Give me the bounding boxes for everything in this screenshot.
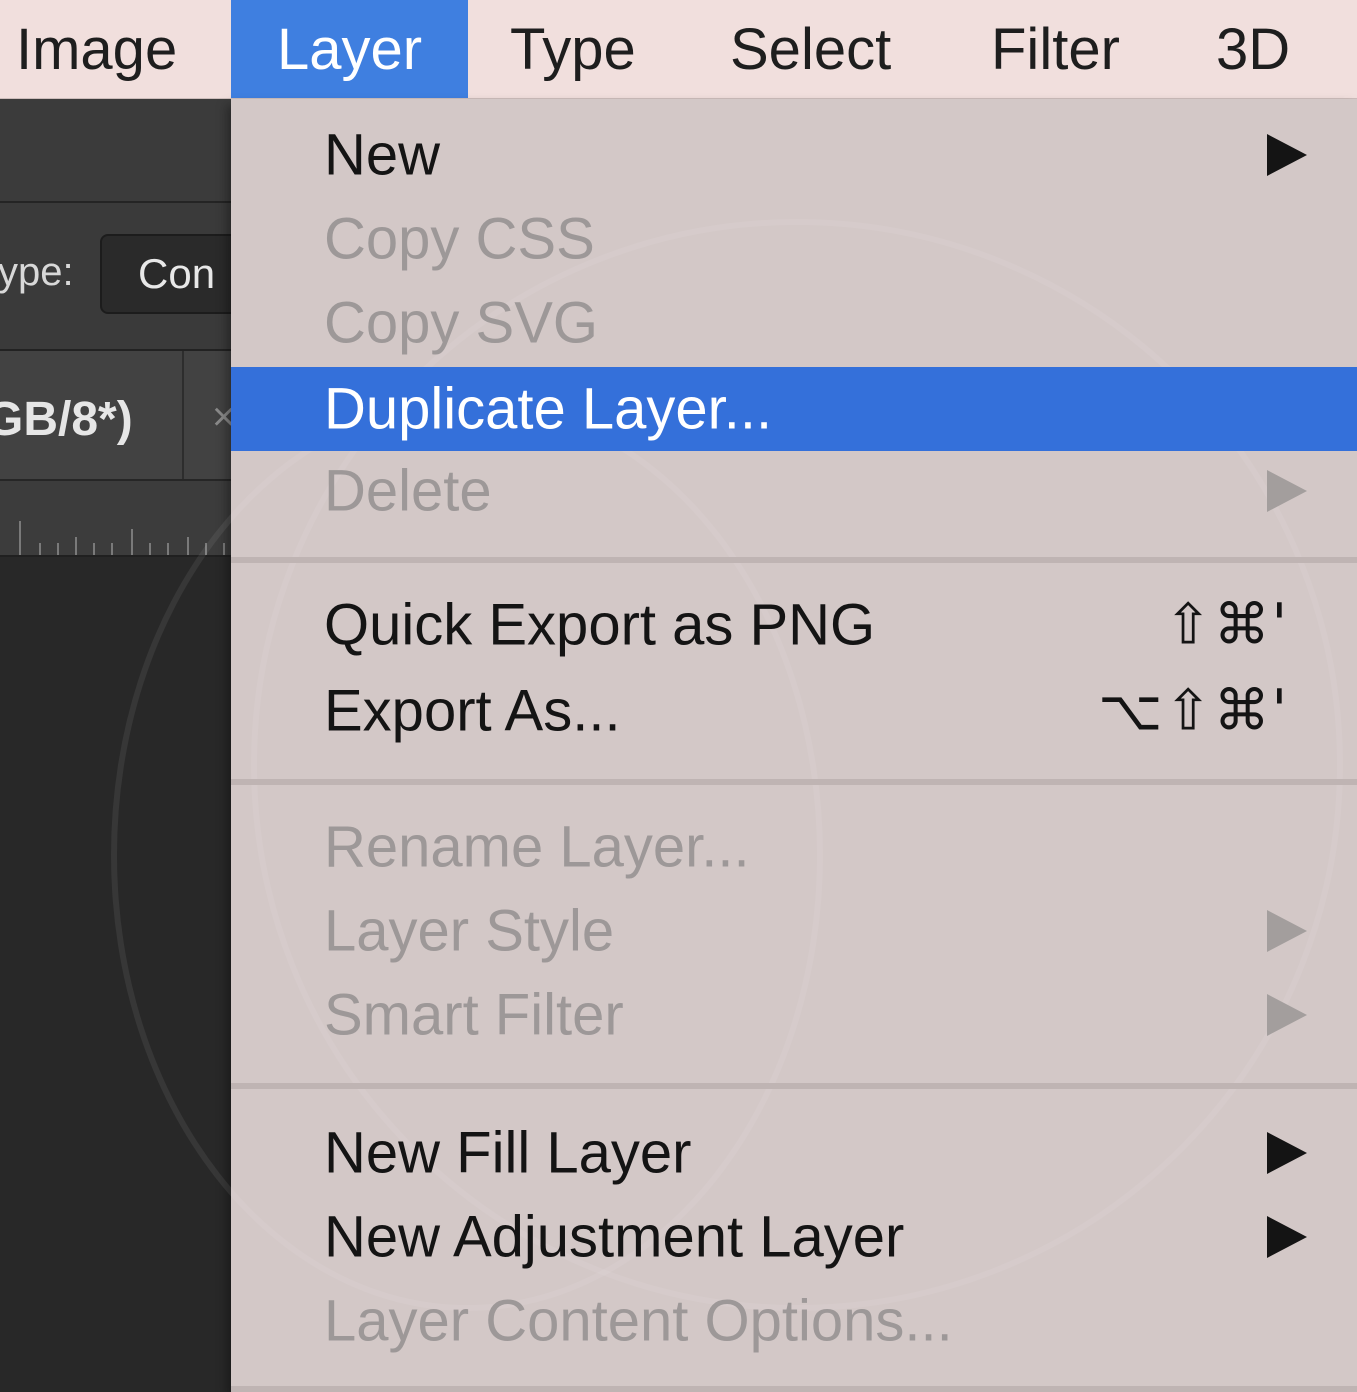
menu-item-label: New bbox=[324, 122, 441, 188]
canvas-area bbox=[0, 557, 232, 1392]
menu-item-smart-filter[interactable]: Smart Filter bbox=[231, 973, 1357, 1057]
menu-item-new-adjustment-layer[interactable]: New Adjustment Layer bbox=[231, 1195, 1357, 1279]
menu-item-quick-export-png[interactable]: Quick Export as PNG ⇧⌘' bbox=[231, 583, 1357, 667]
menu-item-label: Quick Export as PNG bbox=[324, 592, 876, 658]
submenu-arrow-icon bbox=[1267, 994, 1307, 1036]
type-label: ype: bbox=[0, 250, 74, 294]
menu-filter[interactable]: Filter bbox=[991, 0, 1120, 98]
menu-item-layer-style[interactable]: Layer Style bbox=[231, 889, 1357, 973]
layer-menu: New Copy CSS Copy SVG Duplicate Layer...… bbox=[111, 99, 1357, 1392]
keyboard-shortcut: ⌥⇧⌘' bbox=[1098, 678, 1289, 744]
menu-item-label: New Adjustment Layer bbox=[324, 1204, 905, 1270]
menu-item-rename-layer[interactable]: Rename Layer... bbox=[231, 805, 1357, 889]
menu-layer[interactable]: Layer bbox=[231, 0, 468, 98]
submenu-arrow-icon bbox=[1267, 910, 1307, 952]
document-tab-title: GB/8*) bbox=[0, 393, 133, 446]
menu-3d[interactable]: 3D bbox=[1216, 0, 1290, 98]
menu-item-new-fill-layer[interactable]: New Fill Layer bbox=[231, 1111, 1357, 1195]
menu-item-label: Layer Style bbox=[324, 898, 615, 964]
app-toolbar bbox=[0, 99, 232, 203]
submenu-arrow-icon bbox=[1267, 134, 1307, 176]
type-dropdown[interactable]: Con bbox=[100, 234, 250, 314]
menu-item-copy-css[interactable]: Copy CSS bbox=[231, 197, 1357, 281]
menu-item-copy-svg[interactable]: Copy SVG bbox=[231, 281, 1357, 365]
menu-item-label: Layer Content Options... bbox=[324, 1288, 953, 1354]
keyboard-shortcut: ⇧⌘' bbox=[1164, 592, 1289, 658]
ruler-ticks bbox=[19, 521, 225, 555]
menu-item-label: Delete bbox=[324, 458, 492, 524]
menu-item-label: Smart Filter bbox=[324, 982, 624, 1048]
menu-image[interactable]: Image bbox=[0, 0, 230, 98]
menu-separator bbox=[231, 1386, 1357, 1392]
menu-item-label: Rename Layer... bbox=[324, 814, 750, 880]
menu-separator bbox=[231, 557, 1357, 563]
submenu-arrow-icon bbox=[1267, 470, 1307, 512]
menu-item-layer-content-options[interactable]: Layer Content Options... bbox=[231, 1279, 1357, 1363]
menu-item-export-as[interactable]: Export As... ⌥⇧⌘' bbox=[231, 669, 1357, 753]
menu-separator bbox=[231, 1083, 1357, 1089]
submenu-arrow-icon bbox=[1267, 1216, 1307, 1258]
tab-divider bbox=[182, 351, 184, 479]
menu-bar: Image Layer Type Select Filter 3D bbox=[0, 0, 1357, 99]
menu-item-delete[interactable]: Delete bbox=[231, 449, 1357, 533]
type-dropdown-value: Con bbox=[138, 250, 216, 297]
menu-item-label: Export As... bbox=[324, 678, 621, 744]
ruler bbox=[0, 481, 232, 557]
submenu-arrow-icon bbox=[1267, 1132, 1307, 1174]
screen: ype: Con GB/8*) × Image Layer Type Selec… bbox=[0, 0, 1357, 1392]
menu-separator bbox=[231, 779, 1357, 785]
menu-select[interactable]: Select bbox=[730, 0, 891, 98]
menu-item-label: New Fill Layer bbox=[324, 1120, 692, 1186]
menu-item-label: Copy CSS bbox=[324, 206, 595, 272]
menu-item-duplicate-layer[interactable]: Duplicate Layer... bbox=[231, 367, 1357, 451]
menu-type[interactable]: Type bbox=[510, 0, 636, 98]
menu-item-label: Duplicate Layer... bbox=[324, 376, 773, 442]
menu-item-new[interactable]: New bbox=[231, 113, 1357, 197]
menu-item-label: Copy SVG bbox=[324, 290, 598, 356]
